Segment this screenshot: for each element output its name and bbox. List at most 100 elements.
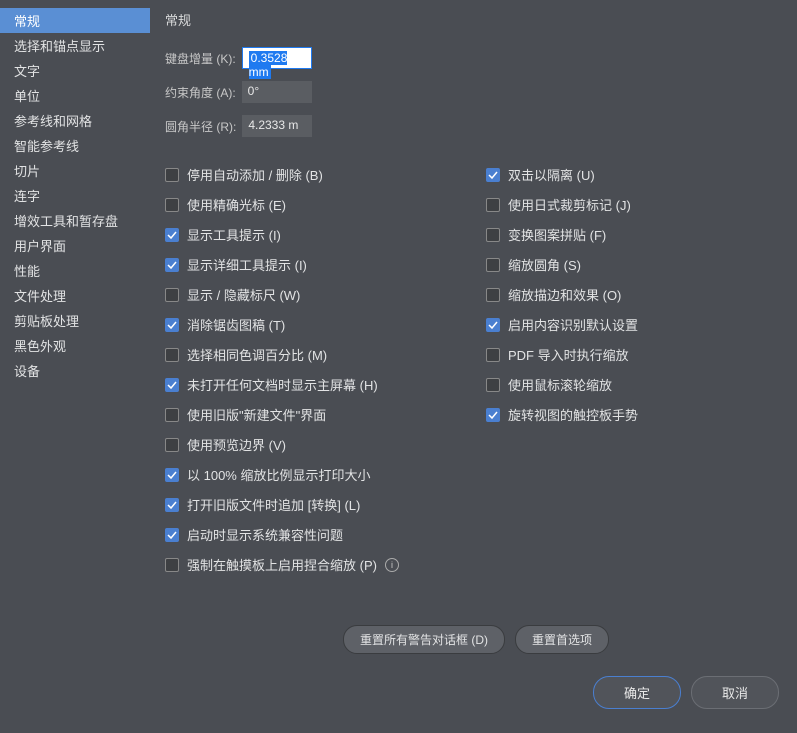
check-label: 使用预览边界 (V)	[187, 435, 286, 454]
sidebar-item-4[interactable]: 参考线和网格	[0, 108, 150, 133]
check-label: 显示 / 隐藏标尺 (W)	[187, 285, 300, 304]
check-row: 显示详细工具提示 (I)	[165, 255, 466, 274]
check-row: PDF 导入时执行缩放	[486, 345, 787, 364]
checkbox[interactable]	[165, 288, 179, 302]
constrain-angle-input[interactable]: 0°	[242, 81, 312, 103]
panel-title: 常规	[165, 10, 787, 29]
check-label: 缩放描边和效果 (O)	[508, 285, 621, 304]
constrain-angle-label: 约束角度 (A):	[165, 84, 236, 101]
checkbox[interactable]	[165, 228, 179, 242]
check-row: 使用鼠标滚轮缩放	[486, 375, 787, 394]
sidebar: 常规选择和锚点显示文字单位参考线和网格智能参考线切片连字增效工具和暂存盘用户界面…	[0, 0, 150, 733]
check-row: 缩放描边和效果 (O)	[486, 285, 787, 304]
sidebar-item-12[interactable]: 剪贴板处理	[0, 308, 150, 333]
check-row: 双击以隔离 (U)	[486, 165, 787, 184]
checkbox[interactable]	[486, 198, 500, 212]
check-label: 以 100% 缩放比例显示打印大小	[187, 465, 370, 484]
check-row: 显示工具提示 (I)	[165, 225, 466, 244]
corner-radius-row: 圆角半径 (R): 4.2333 m	[165, 115, 787, 137]
checkbox[interactable]	[486, 348, 500, 362]
sidebar-item-11[interactable]: 文件处理	[0, 283, 150, 308]
check-row: 旋转视图的触控板手势	[486, 405, 787, 424]
sidebar-item-5[interactable]: 智能参考线	[0, 133, 150, 158]
check-row: 启用内容识别默认设置	[486, 315, 787, 334]
reset-prefs-button[interactable]: 重置首选项	[515, 625, 609, 654]
check-label: 停用自动添加 / 删除 (B)	[187, 165, 323, 184]
sidebar-item-0[interactable]: 常规	[0, 8, 150, 33]
check-label: 使用日式裁剪标记 (J)	[508, 195, 631, 214]
check-label: 强制在触摸板上启用捏合缩放 (P)	[187, 555, 377, 574]
checkbox[interactable]	[165, 198, 179, 212]
checkbox[interactable]	[165, 408, 179, 422]
sidebar-item-13[interactable]: 黑色外观	[0, 333, 150, 358]
checkbox[interactable]	[486, 228, 500, 242]
check-row: 选择相同色调百分比 (M)	[165, 345, 466, 364]
check-label: 缩放圆角 (S)	[508, 255, 581, 274]
check-row: 启动时显示系统兼容性问题	[165, 525, 466, 544]
checkbox[interactable]	[486, 258, 500, 272]
sidebar-item-14[interactable]: 设备	[0, 358, 150, 383]
sidebar-item-6[interactable]: 切片	[0, 158, 150, 183]
checkbox[interactable]	[165, 528, 179, 542]
check-row: 强制在触摸板上启用捏合缩放 (P) i	[165, 555, 466, 574]
check-label: 使用精确光标 (E)	[187, 195, 286, 214]
checkbox[interactable]	[165, 258, 179, 272]
check-label: 显示工具提示 (I)	[187, 225, 281, 244]
check-label: 打开旧版文件时追加 [转换] (L)	[187, 495, 360, 514]
check-label: 启用内容识别默认设置	[508, 315, 638, 334]
check-label: 旋转视图的触控板手势	[508, 405, 638, 424]
check-label: 双击以隔离 (U)	[508, 165, 595, 184]
corner-radius-label: 圆角半径 (R):	[165, 118, 236, 135]
check-row: 打开旧版文件时追加 [转换] (L)	[165, 495, 466, 514]
checkbox[interactable]	[165, 318, 179, 332]
sidebar-item-2[interactable]: 文字	[0, 58, 150, 83]
keyboard-increment-label: 键盘增量 (K):	[165, 50, 236, 67]
check-row: 以 100% 缩放比例显示打印大小	[165, 465, 466, 484]
cancel-button[interactable]: 取消	[691, 676, 779, 709]
checkbox[interactable]	[165, 468, 179, 482]
keyboard-increment-input[interactable]: 0.3528 mm	[242, 47, 312, 69]
sidebar-item-9[interactable]: 用户界面	[0, 233, 150, 258]
check-label: PDF 导入时执行缩放	[508, 345, 629, 364]
checkbox[interactable]	[486, 378, 500, 392]
check-label: 使用旧版"新建文件"界面	[187, 405, 326, 424]
check-row: 显示 / 隐藏标尺 (W)	[165, 285, 466, 304]
check-label: 变换图案拼贴 (F)	[508, 225, 606, 244]
constrain-angle-row: 约束角度 (A): 0°	[165, 81, 787, 103]
checkbox[interactable]	[165, 168, 179, 182]
checkbox[interactable]	[165, 498, 179, 512]
corner-radius-input[interactable]: 4.2333 m	[242, 115, 312, 137]
reset-warnings-button[interactable]: 重置所有警告对话框 (D)	[343, 625, 505, 654]
checkbox[interactable]	[165, 558, 179, 572]
checkbox[interactable]	[486, 318, 500, 332]
checkbox[interactable]	[165, 438, 179, 452]
check-label: 使用鼠标滚轮缩放	[508, 375, 612, 394]
ok-button[interactable]: 确定	[593, 676, 681, 709]
sidebar-item-10[interactable]: 性能	[0, 258, 150, 283]
info-icon[interactable]: i	[385, 558, 399, 572]
sidebar-item-8[interactable]: 增效工具和暂存盘	[0, 208, 150, 233]
checkbox[interactable]	[486, 168, 500, 182]
checkbox[interactable]	[486, 408, 500, 422]
sidebar-item-3[interactable]: 单位	[0, 83, 150, 108]
sidebar-item-1[interactable]: 选择和锚点显示	[0, 33, 150, 58]
checkbox[interactable]	[486, 288, 500, 302]
check-row: 缩放圆角 (S)	[486, 255, 787, 274]
check-label: 未打开任何文档时显示主屏幕 (H)	[187, 375, 378, 394]
check-row: 未打开任何文档时显示主屏幕 (H)	[165, 375, 466, 394]
check-row: 停用自动添加 / 删除 (B)	[165, 165, 466, 184]
main-panel: 常规 键盘增量 (K): 0.3528 mm 约束角度 (A): 0° 圆角半径…	[150, 0, 797, 733]
check-label: 显示详细工具提示 (I)	[187, 255, 307, 274]
checkbox[interactable]	[165, 378, 179, 392]
sidebar-item-7[interactable]: 连字	[0, 183, 150, 208]
keyboard-increment-row: 键盘增量 (K): 0.3528 mm	[165, 47, 787, 69]
check-row: 使用旧版"新建文件"界面	[165, 405, 466, 424]
check-row: 消除锯齿图稿 (T)	[165, 315, 466, 334]
check-row: 变换图案拼贴 (F)	[486, 225, 787, 244]
check-row: 使用预览边界 (V)	[165, 435, 466, 454]
checkbox[interactable]	[165, 348, 179, 362]
check-label: 启动时显示系统兼容性问题	[187, 525, 343, 544]
check-label: 消除锯齿图稿 (T)	[187, 315, 285, 334]
check-row: 使用日式裁剪标记 (J)	[486, 195, 787, 214]
check-row: 使用精确光标 (E)	[165, 195, 466, 214]
